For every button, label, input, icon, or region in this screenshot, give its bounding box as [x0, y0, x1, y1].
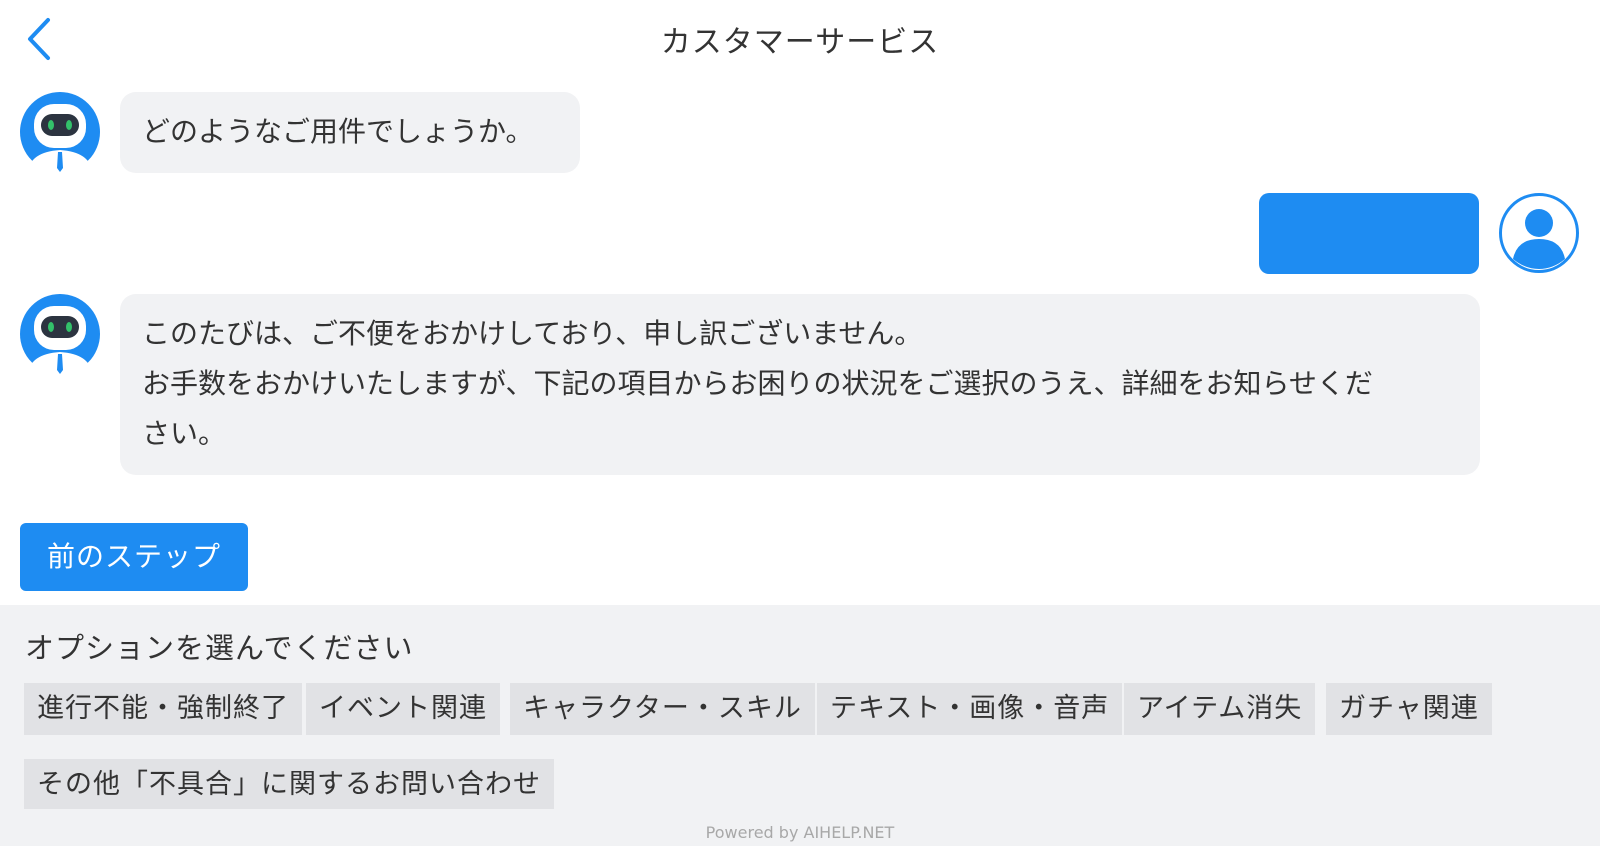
user-message	[1259, 193, 1479, 274]
bot-message-text: どのようなご用件でしょうか。	[142, 115, 534, 148]
robot-avatar-icon	[20, 294, 100, 374]
bot-message-apology: このたびは、ご不便をおかけしており、申し訳ございません。 お手数をおかけいたしま…	[120, 294, 1480, 475]
option-gacha[interactable]: ガチャ関連	[1326, 683, 1492, 735]
chat-screen: カスタマーサービス どのようなご用件でしょうか。 このたびは、ご不便をおかけして…	[0, 0, 1600, 846]
user-avatar-icon	[1499, 193, 1579, 273]
option-other-bug[interactable]: その他「不具合」に関するお問い合わせ	[24, 759, 554, 809]
option-text-image-audio[interactable]: テキスト・画像・音声	[817, 683, 1123, 735]
page-title: カスタマーサービス	[660, 25, 940, 60]
bot-message-text-line: さい。	[142, 417, 227, 450]
option-event[interactable]: イベント関連	[306, 683, 500, 735]
powered-by-text: Powered by AIHELP.NET	[705, 823, 895, 842]
option-item-lost[interactable]: アイテム消失	[1124, 683, 1316, 735]
bot-avatar	[20, 92, 100, 172]
bot-avatar	[20, 294, 100, 374]
previous-step-button[interactable]: 前のステップ	[20, 523, 248, 591]
option-list: 進行不能・強制終了 イベント関連 キャラクター・スキル テキスト・画像・音声 ア…	[24, 683, 1584, 809]
header: カスタマーサービス	[0, 0, 1600, 78]
option-character-skill[interactable]: キャラクター・スキル	[510, 683, 815, 735]
options-title: オプションを選んでください	[25, 631, 414, 665]
option-progress-blocked-crash[interactable]: 進行不能・強制終了	[24, 683, 302, 735]
robot-avatar-icon	[20, 92, 100, 172]
options-panel: オプションを選んでください 進行不能・強制終了 イベント関連 キャラクター・スキ…	[0, 605, 1600, 846]
user-avatar	[1499, 193, 1579, 273]
bot-message-text-line: このたびは、ご不便をおかけしており、申し訳ございません。	[142, 317, 923, 350]
bot-message-text-line: お手数をおかけいたしますが、下記の項目からお困りの状況をご選択のうえ、詳細をお知…	[142, 367, 1373, 400]
bot-message-greeting: どのようなご用件でしょうか。	[120, 92, 580, 173]
